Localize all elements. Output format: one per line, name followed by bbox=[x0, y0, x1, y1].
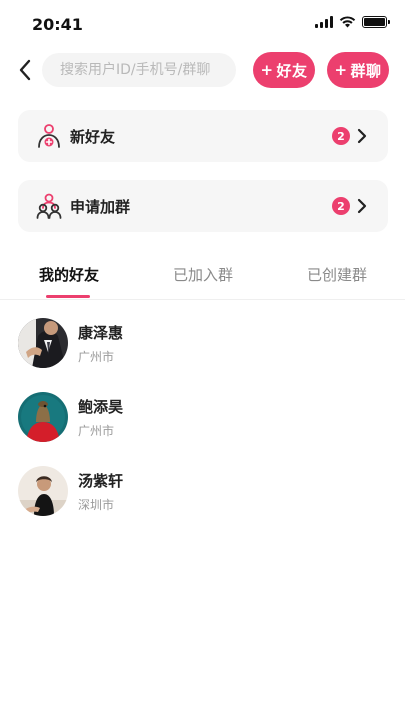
plus-icon: + bbox=[334, 61, 348, 79]
status-time: 20:41 bbox=[32, 15, 83, 34]
friend-city: 深圳市 bbox=[78, 498, 115, 512]
battery-icon bbox=[362, 16, 390, 28]
friend-list-item[interactable]: 鲍添昊 广州市 bbox=[0, 386, 405, 450]
friend-list-item[interactable]: 康泽惠 广州市 bbox=[0, 312, 405, 376]
active-tab-indicator bbox=[46, 295, 90, 298]
avatar bbox=[18, 392, 68, 442]
new-friends-label: 新好友 bbox=[70, 127, 116, 146]
group-requests-badge: 2 bbox=[332, 197, 350, 215]
friend-name: 鲍添昊 bbox=[78, 398, 124, 416]
add-group-chat-label: 群聊 bbox=[350, 61, 382, 80]
avatar bbox=[18, 466, 68, 516]
friend-city: 广州市 bbox=[78, 350, 115, 364]
tab-created-groups[interactable]: 已创建群 bbox=[306, 264, 368, 285]
status-icons bbox=[315, 16, 390, 28]
new-friends-entry[interactable]: 新好友 2 bbox=[18, 110, 388, 162]
new-friends-badge: 2 bbox=[332, 127, 350, 145]
friend-city: 广州市 bbox=[78, 424, 115, 438]
chevron-right-icon bbox=[357, 198, 367, 214]
group-requests-label: 申请加群 bbox=[70, 197, 131, 216]
search-input[interactable] bbox=[42, 53, 236, 87]
friend-list-item[interactable]: 汤紫轩 深圳市 bbox=[0, 460, 405, 524]
avatar bbox=[18, 318, 68, 368]
add-friend-button[interactable]: + 好友 bbox=[253, 52, 315, 88]
chevron-right-icon bbox=[357, 128, 367, 144]
friend-name: 汤紫轩 bbox=[78, 472, 124, 490]
status-bar: 20:41 bbox=[0, 0, 405, 46]
back-button[interactable] bbox=[12, 56, 38, 84]
friend-name: 康泽惠 bbox=[78, 324, 124, 342]
cellular-signal-icon bbox=[315, 16, 333, 28]
group-requests-entry[interactable]: 申请加群 2 bbox=[18, 180, 388, 232]
tab-joined-groups[interactable]: 已加入群 bbox=[172, 264, 234, 285]
plus-icon: + bbox=[260, 61, 274, 79]
tab-my-friends[interactable]: 我的好友 bbox=[38, 264, 100, 285]
group-icon bbox=[36, 193, 62, 219]
add-group-chat-button[interactable]: + 群聊 bbox=[327, 52, 389, 88]
add-friend-label: 好友 bbox=[276, 61, 308, 80]
chevron-left-icon bbox=[19, 59, 31, 81]
add-user-icon bbox=[38, 124, 60, 148]
wifi-icon bbox=[339, 16, 356, 28]
tab-bar: 我的好友 已加入群 已创建群 bbox=[0, 250, 405, 300]
